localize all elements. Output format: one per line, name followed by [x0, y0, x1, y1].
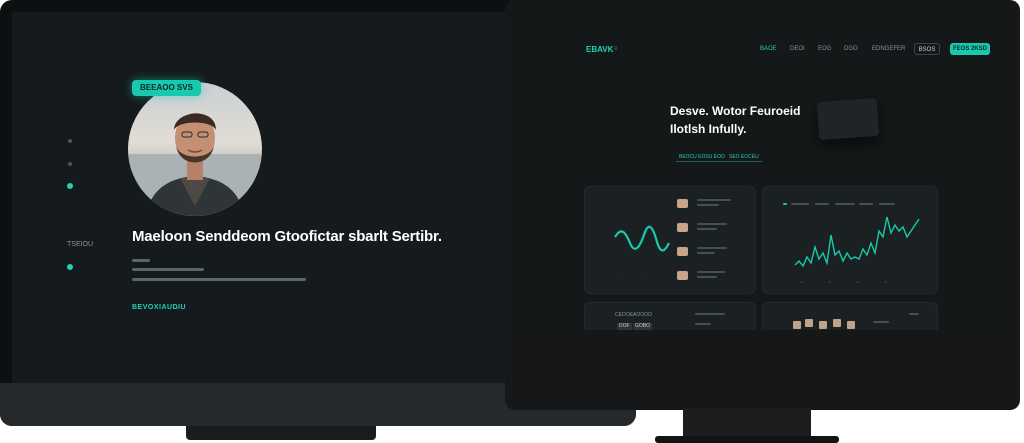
- list-line: [697, 228, 717, 230]
- thumb-square: [833, 319, 841, 327]
- bar-line: [873, 321, 889, 323]
- table-panel: CEOOEAOOOO DOF GOBO: [584, 302, 756, 330]
- role-badge: BEEAOO SVS: [132, 80, 201, 96]
- right-monitor-foot: [655, 436, 839, 443]
- axis-tick: ▪: [801, 279, 803, 284]
- list-line: [697, 247, 727, 249]
- bars-panel: [762, 302, 938, 330]
- table-cell: DOF: [617, 323, 632, 330]
- list-thumb: [677, 271, 688, 280]
- line-chart: [794, 216, 920, 268]
- table-line: [695, 313, 725, 315]
- thumb-square: [819, 321, 827, 329]
- right-monitor-neck: [683, 408, 811, 438]
- list-line: [697, 271, 725, 273]
- nav-item[interactable]: EDNGEFER: [872, 46, 905, 52]
- nav-item[interactable]: DEOI: [790, 46, 805, 52]
- list-line: [697, 199, 731, 201]
- table-line: [695, 323, 711, 325]
- side-label: TSEIOU: [67, 241, 94, 248]
- side-dot-active[interactable]: [67, 264, 73, 270]
- side-dot-active[interactable]: [67, 183, 73, 189]
- list-thumb: [677, 199, 688, 208]
- nav-item[interactable]: DGO: [844, 46, 858, 52]
- axis-tick: ▪: [829, 279, 831, 284]
- text-line: [132, 278, 306, 281]
- thumb-square: [847, 321, 855, 329]
- line-chart-panel: ▪ ▪ ▪ ▪: [762, 186, 938, 294]
- hero-card-visual: [816, 97, 880, 141]
- list-thumb: [677, 247, 688, 256]
- axis-tick: ▪: [885, 279, 887, 284]
- right-screen: EBAVK ≡ BAOE DEOI EOG DGO EDNGEFER BSOS …: [518, 8, 1012, 330]
- hero-title: Desve. Wotor Feuroeid Ilotlsh Infully.: [670, 102, 800, 138]
- site-logo[interactable]: EBAVK: [586, 45, 613, 54]
- thumb-square: [805, 319, 813, 327]
- axis-tick: ▪: [857, 279, 859, 284]
- table-cell: GOBO: [633, 323, 653, 330]
- text-line: [132, 268, 204, 271]
- hero-title-line: Desve. Wotor Feuroeid: [670, 104, 801, 118]
- side-dot[interactable]: [68, 139, 72, 143]
- hero-headline: Maeloon Senddeom Gtoofictar sbarlt Serti…: [132, 228, 442, 245]
- left-monitor-stand: [186, 426, 376, 440]
- list-line: [697, 223, 727, 225]
- menu-icon[interactable]: ≡: [614, 46, 618, 52]
- bar-line: [909, 313, 919, 315]
- avatar: [128, 82, 262, 216]
- list-line: [697, 276, 717, 278]
- thumb-square: [793, 321, 801, 329]
- wave-panel: · ·: [584, 186, 756, 294]
- axis-tick: ·: [623, 277, 625, 282]
- list-thumb: [677, 223, 688, 232]
- left-screen: TSEIOU BEEAOO SVS Maeloon Senddeom Gtoof…: [12, 12, 507, 383]
- list-line: [697, 204, 719, 206]
- arrow-right-icon[interactable]: ›: [176, 303, 179, 312]
- nav-item[interactable]: EOG: [818, 46, 831, 52]
- table-title: CEOOEAOOOO: [615, 312, 652, 318]
- hero-title-line: Ilotlsh Infully.: [670, 122, 747, 136]
- hero-chip[interactable]: SEO EOCEU: [726, 153, 762, 162]
- side-dot[interactable]: [68, 162, 72, 166]
- hero-chip[interactable]: BEOCU EOSU EOO: [676, 153, 728, 162]
- text-line: [132, 259, 150, 262]
- axis-tick: ·: [647, 277, 649, 282]
- wave-chart: [614, 225, 670, 252]
- login-button[interactable]: BSOS: [914, 43, 940, 55]
- nav-item[interactable]: BAOE: [760, 46, 777, 52]
- signup-button[interactable]: FEOS 2KSD: [950, 43, 990, 55]
- list-line: [697, 252, 715, 254]
